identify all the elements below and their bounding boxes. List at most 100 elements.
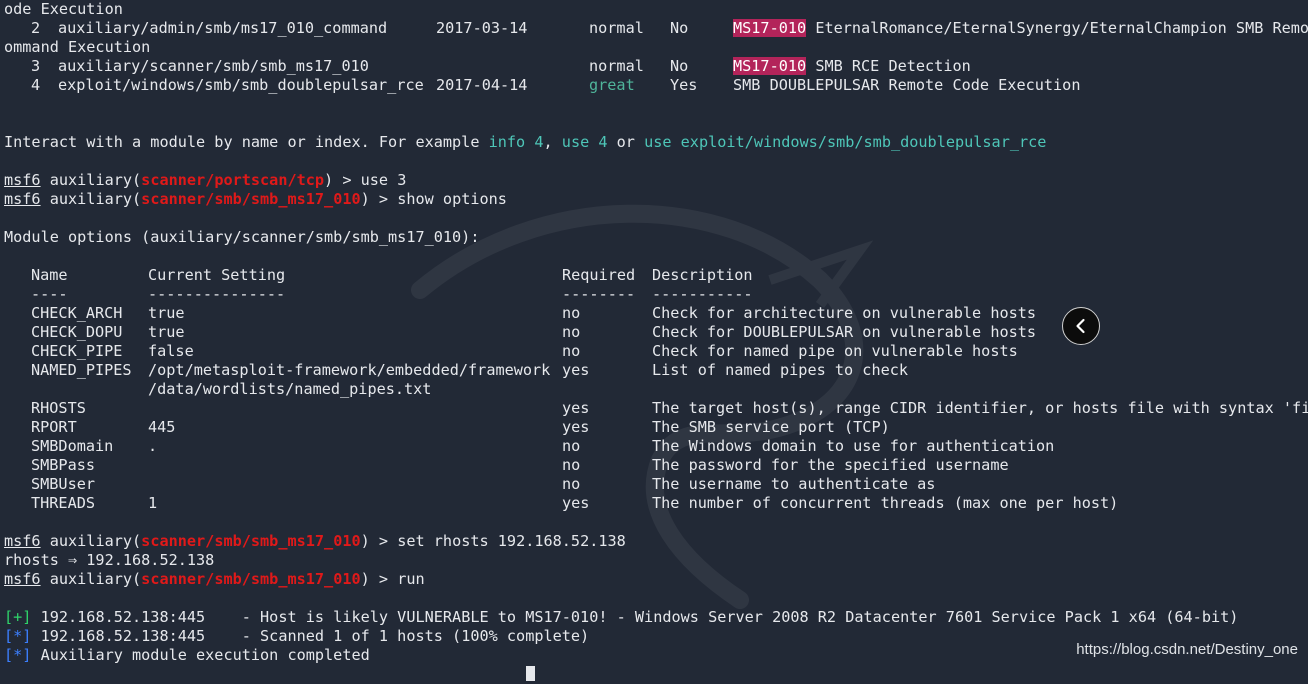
scan-result-line: [*] Auxiliary module execution completed (4, 646, 370, 665)
msf-prompt: msf6 (4, 570, 41, 588)
prompt-type: auxiliary( (40, 190, 142, 208)
option-description: Check for named pipe on vulnerable hosts (652, 342, 1018, 360)
result-date: 2017-04-14 (436, 76, 528, 94)
result-description: EternalRomance/EternalSynergy/EternalCha… (815, 19, 1308, 37)
result-text: Auxiliary module execution completed (31, 646, 370, 664)
terminal-line: ode Execution (4, 0, 123, 19)
search-result-row: 3 auxiliary/scanner/smb/smb_ms17_010 nor… (4, 57, 1308, 76)
result-text: 192.168.52.138:445 - Scanned 1 of 1 host… (31, 627, 590, 645)
option-description: List of named pipes to check (652, 361, 909, 379)
options-table-header: Name Current Setting Required Description (4, 266, 1308, 285)
options-table-row: SMBPass no The password for the specified … (4, 456, 1308, 475)
command-prompt-line: msf6 auxiliary(scanner/smb/smb_ms17_010)… (4, 532, 626, 551)
option-required: yes (562, 494, 590, 512)
terminal-output[interactable]: ode Execution 2 auxiliary/admin/smb/ms17… (4, 0, 1308, 681)
command-text: use 3 (360, 171, 407, 189)
hint-command-use-path: use exploit/windows/smb/smb_doublepulsar… (644, 133, 1047, 151)
command-text: run (397, 570, 425, 588)
option-current-setting: /data/wordlists/named_pipes.txt (148, 380, 432, 398)
option-required: Required (562, 266, 636, 284)
option-description: The password for the specified username (652, 456, 1009, 474)
option-required: yes (562, 399, 590, 417)
ms17-010-badge: MS17-010 (733, 57, 807, 75)
interact-hint: Interact with a module by name or index.… (4, 133, 1046, 152)
prompt-type: auxiliary( (40, 570, 142, 588)
wrapped-text: ode Execution (4, 0, 123, 18)
option-name: RHOSTS (31, 399, 86, 417)
option-required: no (562, 475, 581, 493)
option-required: yes (562, 361, 590, 379)
option-description: The username to authenticate as (652, 475, 936, 493)
back-button[interactable] (1062, 307, 1100, 345)
result-check: No (670, 57, 689, 75)
options-table-row: RHOSTS yes The target host(s), range CIDR … (4, 399, 1308, 418)
option-current-setting: true (148, 304, 185, 322)
options-table-row: THREADS 1 yes The number of concurrent thre… (4, 494, 1308, 513)
option-current-setting: --------------- (148, 285, 286, 303)
option-name: CHECK_PIPE (31, 342, 123, 360)
hint-command-use: use 4 (561, 133, 608, 151)
prompt-close: ) > (324, 171, 361, 189)
option-description: The number of concurrent threads (max on… (652, 494, 1119, 512)
option-description: The SMB service port (TCP) (652, 418, 890, 436)
option-current-setting: Current Setting (148, 266, 286, 284)
options-table-divider: ---- --------------- -------- ----------- (4, 285, 1308, 304)
option-required: no (562, 304, 581, 322)
option-current-setting: . (148, 437, 158, 455)
option-required: no (562, 342, 581, 360)
option-required: -------- (562, 285, 636, 303)
command-text: show options (397, 190, 507, 208)
result-module-name: auxiliary/admin/smb/ms17_010_command (58, 19, 388, 37)
option-current-setting: /opt/metasploit-framework/embedded/frame… (148, 361, 551, 379)
options-table-row: CHECK_DOPU true no Check for DOUBLEPULSAR o… (4, 323, 1308, 342)
result-module-name: exploit/windows/smb/smb_doublepulsar_rce (58, 76, 424, 94)
option-description: The Windows domain to use for authentica… (652, 437, 1055, 455)
search-result-row: 2 auxiliary/admin/smb/ms17_010_command 2… (4, 19, 1308, 38)
option-name: Name (31, 266, 68, 284)
info-marker: [*] (4, 646, 32, 664)
msf-prompt: msf6 (4, 190, 41, 208)
hint-text: Interact with a module by name or index.… (4, 133, 489, 151)
prompt-module: scanner/portscan/tcp (141, 171, 325, 189)
hint-command-info: info 4 (488, 133, 544, 151)
ms17-010-badge: MS17-010 (733, 19, 807, 37)
result-rank: great (589, 76, 635, 94)
command-prompt-line: msf6 auxiliary(scanner/smb/smb_ms17_010)… (4, 190, 507, 209)
result-text: 192.168.52.138:445 - Host is likely VULN… (31, 608, 1239, 626)
prompt-module: scanner/smb/smb_ms17_010 (141, 532, 361, 550)
option-name: CHECK_ARCH (31, 304, 123, 322)
wrapped-text: ommand Execution (4, 38, 151, 56)
module-options-title: Module options (auxiliary/scanner/smb/sm… (4, 228, 480, 246)
option-description: The target host(s), range CIDR identifie… (652, 399, 1308, 417)
options-table-row: RPORT 445 yes The SMB service port (TCP) (4, 418, 1308, 437)
option-description: Check for DOUBLEPULSAR on vulnerable hos… (652, 323, 1037, 341)
option-name: SMBDomain (31, 437, 114, 455)
result-check: No (670, 19, 689, 37)
option-description: Description (652, 266, 753, 284)
option-current-setting: 1 (148, 494, 158, 512)
blog-watermark: https://blog.csdn.net/Destiny_one (1076, 641, 1298, 658)
option-name: CHECK_DOPU (31, 323, 123, 341)
terminal-cursor (526, 666, 535, 681)
option-name: NAMED_PIPES (31, 361, 132, 379)
prompt-type: auxiliary( (40, 532, 142, 550)
option-name: THREADS (31, 494, 96, 512)
command-prompt-line: msf6 auxiliary(scanner/portscan/tcp) > u… (4, 171, 406, 190)
msf-prompt: msf6 (4, 171, 41, 189)
option-description: Check for architecture on vulnerable hos… (652, 304, 1037, 322)
success-marker: [+] (4, 608, 32, 626)
prompt-close: ) > (360, 190, 398, 208)
option-required: yes (562, 418, 590, 436)
option-name: RPORT (31, 418, 77, 436)
options-table-row: CHECK_ARCH true no Check for architecture o… (4, 304, 1308, 323)
rhosts-echo: rhosts ⇒ 192.168.52.138 (4, 551, 215, 569)
options-table-row: NAMED_PIPES/opt/metasploit-framework/emb… (4, 361, 1308, 380)
result-date: 2017-03-14 (436, 19, 528, 37)
result-rank: normal (589, 19, 644, 37)
options-table-row: CHECK_PIPE false no Check for named pipe on… (4, 342, 1308, 361)
chevron-left-icon (1076, 318, 1085, 334)
result-description: SMB RCE Detection (815, 57, 971, 75)
option-description: ----------- (652, 285, 753, 303)
option-name: SMBUser (31, 475, 96, 493)
option-name: SMBPass (31, 456, 96, 474)
